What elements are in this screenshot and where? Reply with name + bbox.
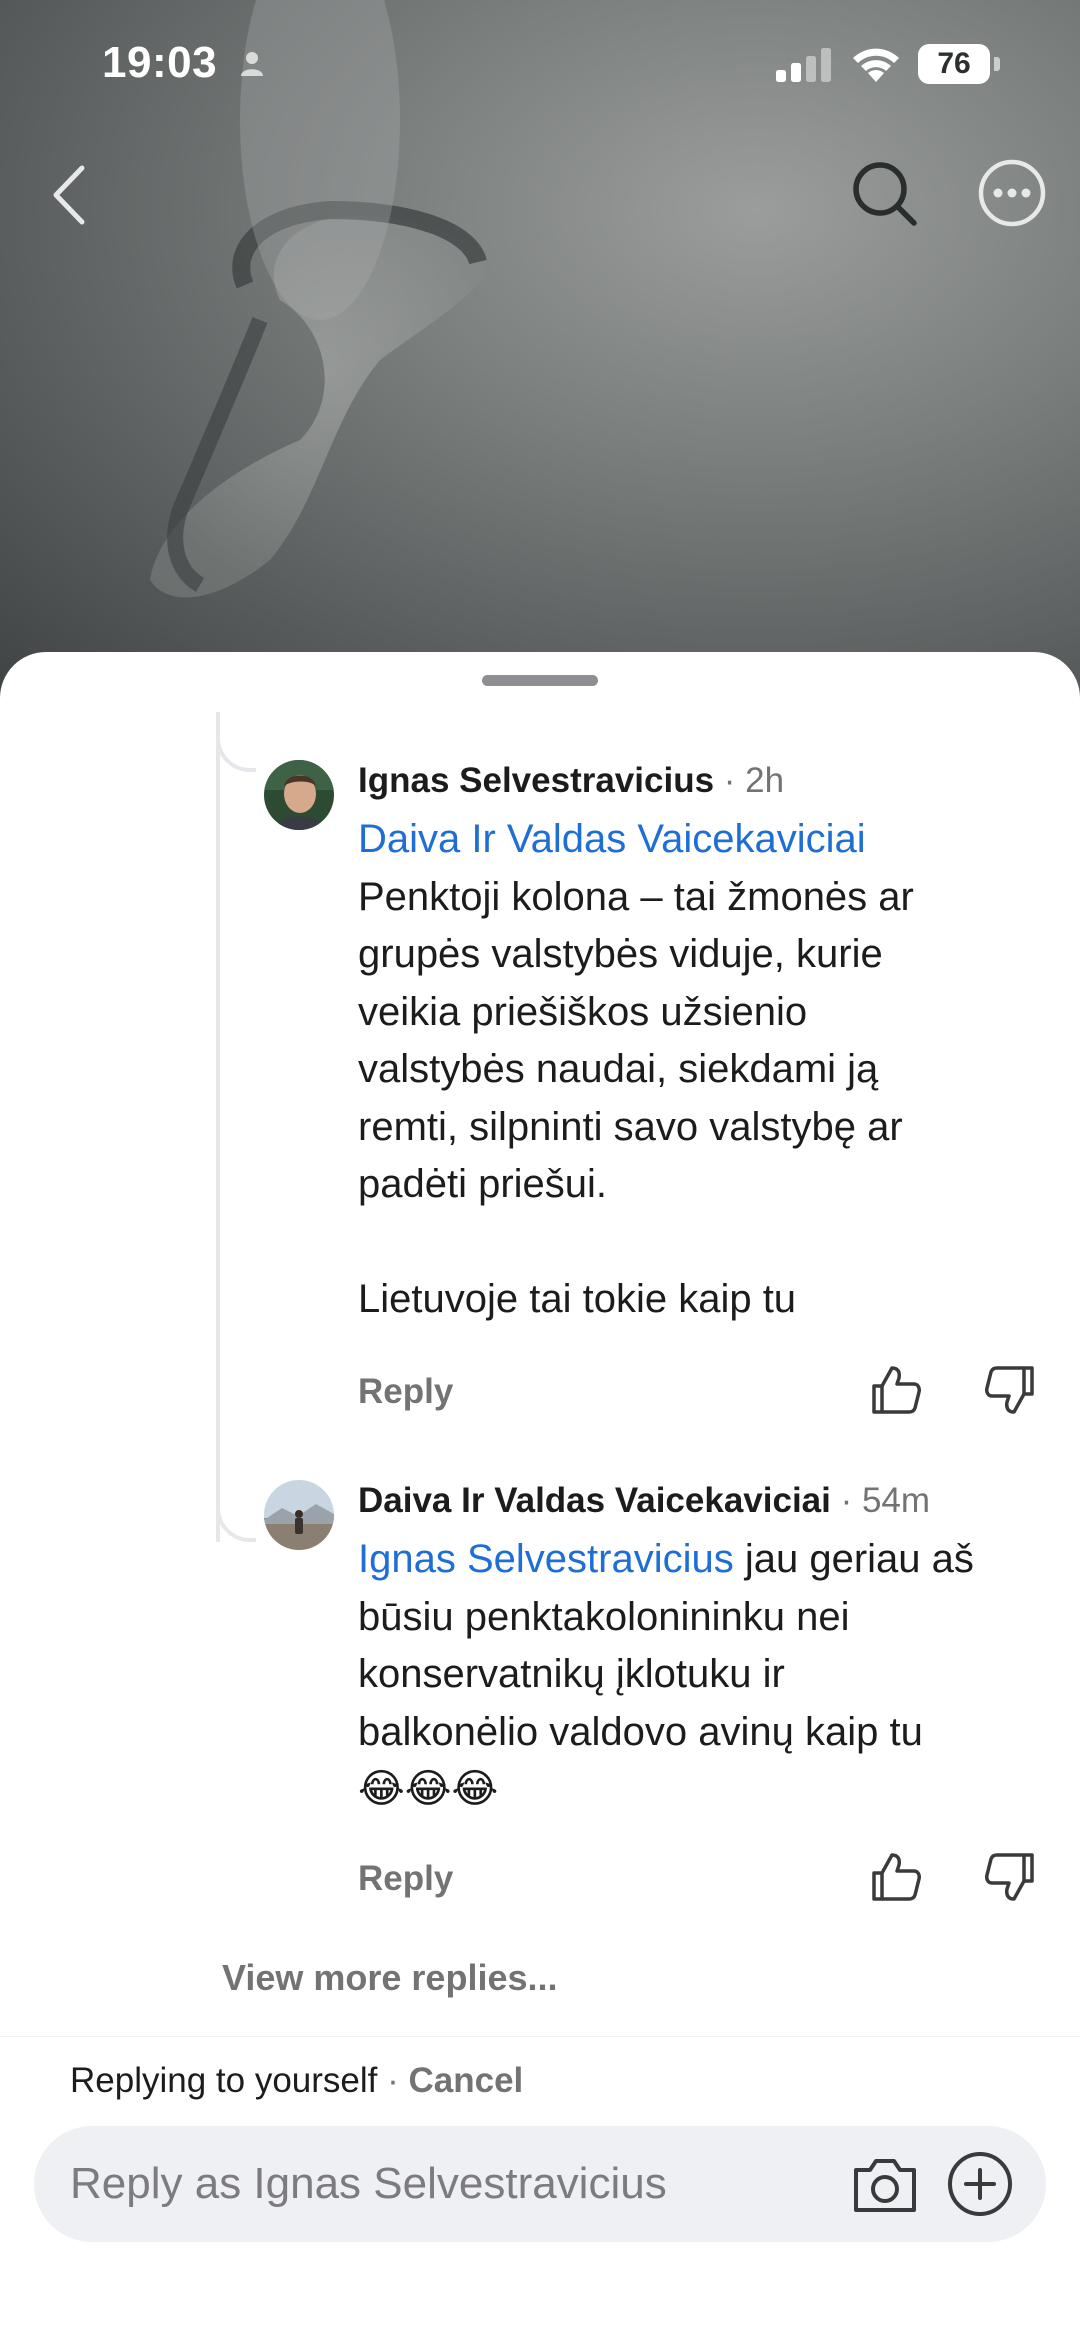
thread-line (216, 712, 220, 1542)
battery-icon: 76 (918, 44, 1000, 84)
reply-input-container[interactable] (34, 2126, 1046, 2242)
text-line: Penktoji kolona – tai žmonės ar (358, 874, 914, 919)
mention-link[interactable]: Ignas Selvestravicius (358, 1537, 734, 1581)
sheet-grabber[interactable] (482, 675, 598, 686)
text-line: konservatnikų įklotuku ir (358, 1652, 785, 1696)
comment-time: 54m (861, 1481, 931, 1520)
thumbs-up-icon[interactable] (868, 1362, 924, 1418)
replying-banner: Replying to yourself · Cancel (70, 2061, 524, 2100)
cancel-reply-button[interactable]: Cancel (409, 2061, 524, 2100)
text-line: grupės valstybės viduje, kurie (358, 932, 883, 976)
signal-icon (776, 48, 831, 82)
search-icon[interactable] (846, 155, 922, 231)
reply-composer: Replying to yourself · Cancel (0, 2036, 1080, 2339)
camera-icon[interactable] (850, 2154, 920, 2216)
add-icon[interactable] (946, 2150, 1014, 2218)
text-line: remti, silpninti savo valstybę ar (358, 1104, 903, 1149)
avatar[interactable] (264, 760, 334, 830)
reply-button[interactable]: Reply (358, 1372, 453, 1412)
replying-text: Replying to yourself (70, 2061, 378, 2100)
battery-level: 76 (937, 47, 971, 80)
mention-link[interactable]: Daiva Ir Valdas Vaicekaviciai (358, 811, 1048, 869)
view-more-replies-link[interactable]: View more replies... (222, 1957, 558, 1999)
thumbs-down-icon[interactable] (982, 1849, 1038, 1905)
text-line: balkonėlio valdovo avinų kaip tu (358, 1709, 923, 1754)
comment-text: Daiva Ir Valdas Vaicekaviciai Penktoji k… (358, 811, 1048, 1329)
comment-author[interactable]: Ignas Selvestravicius (358, 761, 714, 800)
media-background: 19:03 76 (0, 0, 1080, 700)
avatar[interactable] (264, 1480, 334, 1550)
thread-branch (216, 1452, 256, 1542)
person-icon (241, 52, 263, 76)
comment-text: Ignas Selvestravicius jau geriau aš būsi… (358, 1531, 1048, 1819)
text-line: valstybės naudai, siekdami ją (358, 1047, 879, 1091)
thread-branch (216, 712, 256, 772)
status-time: 19:03 (102, 38, 218, 87)
emoji-line: 😂😂😂 (358, 1767, 499, 1811)
text-line: padėti priešui. (358, 1162, 608, 1206)
text-line: būsiu penktakolonininku nei (358, 1594, 850, 1639)
comment-header: Ignas Selvestravicius · 2h (358, 761, 785, 800)
reply-button[interactable]: Reply (358, 1859, 453, 1899)
comment-time: 2h (745, 761, 785, 800)
wifi-icon (853, 48, 899, 82)
text-line: Lietuvoje tai tokie kaip tu (358, 1277, 797, 1321)
reply-input[interactable] (70, 2154, 830, 2214)
status-bar: 19:03 76 (0, 0, 1080, 130)
comment-header: Daiva Ir Valdas Vaicekaviciai · 54m (358, 1481, 931, 1520)
more-options-icon[interactable] (974, 155, 1050, 231)
text-line: veikia priešiškos užsienio (358, 989, 808, 1034)
thumbs-up-icon[interactable] (868, 1849, 924, 1905)
comment-author[interactable]: Daiva Ir Valdas Vaicekaviciai (358, 1481, 831, 1520)
text-segment: jau geriau aš (733, 1537, 974, 1581)
thumbs-down-icon[interactable] (982, 1362, 1038, 1418)
back-chevron-icon[interactable] (44, 160, 94, 230)
